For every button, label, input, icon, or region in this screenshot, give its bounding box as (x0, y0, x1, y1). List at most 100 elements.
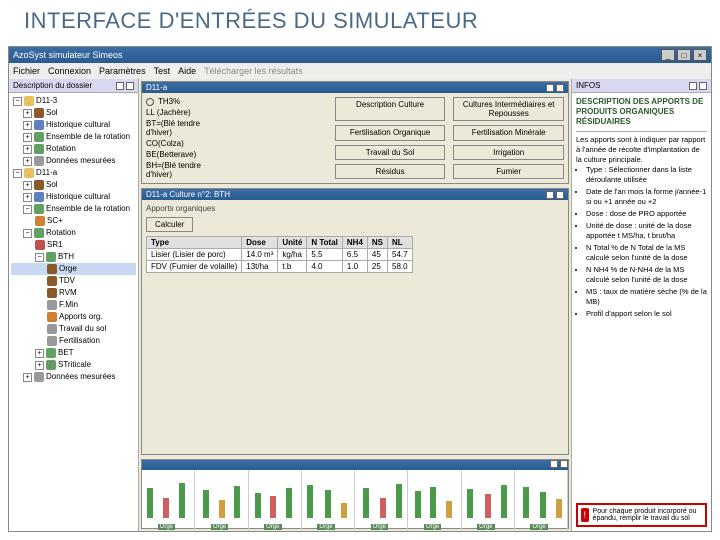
tree-fmin[interactable]: F.Min (11, 299, 136, 311)
subwin-pin-icon[interactable] (546, 191, 554, 199)
expand-icon[interactable]: − (35, 253, 44, 262)
timeline-body[interactable]: Orge Orge Orge Orge Orge Orge Orge Orge (142, 470, 568, 530)
tl-close-icon[interactable] (560, 460, 568, 468)
tree-ferti[interactable]: Fertilisation (11, 335, 136, 347)
menu-fichier[interactable]: Fichier (13, 66, 40, 76)
info-list: Type : Sélectionner dans la liste déroul… (576, 165, 707, 319)
th-nl: NL (388, 237, 413, 249)
info-bullet: N NH4 % de N-NH4 de la MS calculé selon … (586, 265, 707, 285)
crop-icon (35, 216, 45, 226)
info-bullet: Date de l'an mois la forme j/année-1 si … (586, 187, 707, 207)
info-pin-icon[interactable] (689, 82, 697, 90)
close-panel-icon[interactable] (126, 82, 134, 90)
table-row[interactable]: FDV (Fumier de volaille)13t/hat.b4.01.02… (147, 261, 413, 273)
tree-scplus[interactable]: SC+ (11, 215, 136, 227)
expand-icon[interactable]: + (35, 349, 44, 358)
pin-icon[interactable] (116, 82, 124, 90)
menu-aide[interactable]: Aide (178, 66, 196, 76)
minimize-button[interactable]: _ (661, 49, 675, 61)
expand-icon[interactable]: + (23, 121, 32, 130)
tree-rot2[interactable]: −Rotation (11, 227, 136, 239)
culture-window: D11-a Culture n°2: BTH Apports organique… (141, 188, 569, 455)
crop-icon (46, 252, 56, 262)
soil-icon (34, 108, 44, 118)
expand-icon[interactable]: − (13, 169, 22, 178)
warning-icon: ! (581, 508, 589, 522)
info-close-icon[interactable] (699, 82, 707, 90)
calculer-button[interactable]: Calculer (146, 217, 193, 232)
tree-ste[interactable]: +STriticale (11, 359, 136, 371)
history-icon (34, 120, 44, 130)
folder-icon (24, 168, 34, 178)
fert-org-button[interactable]: Fertilisation Organique (335, 125, 446, 140)
expand-icon[interactable]: + (23, 133, 32, 142)
expand-icon[interactable]: + (23, 181, 32, 190)
expand-icon[interactable]: + (35, 361, 44, 370)
irrig-button[interactable]: Irrigation (453, 145, 564, 160)
tl-pin-icon[interactable] (550, 460, 558, 468)
maximize-button[interactable]: □ (677, 49, 691, 61)
menu-parametres[interactable]: Paramètres (99, 66, 146, 76)
fert-min-button[interactable]: Fertilisation Minérale (453, 125, 564, 140)
crop-icon (35, 240, 45, 250)
tree-tdv[interactable]: TDV (11, 275, 136, 287)
tree-sr1[interactable]: SR1 (11, 239, 136, 251)
tree-sol2[interactable]: +Sol (11, 179, 136, 191)
warning-text: Pour chaque produit incorporé ou épandu,… (593, 508, 702, 522)
tree-d11-3[interactable]: −D11-3 (11, 95, 136, 107)
cult-inter-button[interactable]: Cultures Intermédiaires et Repousses (453, 97, 564, 121)
tree-rvm[interactable]: RVM (11, 287, 136, 299)
close-button[interactable]: × (693, 49, 707, 61)
subwin-close-icon[interactable] (556, 84, 564, 92)
tab-apports[interactable]: Apports organiques (146, 204, 564, 213)
expand-icon[interactable]: − (23, 229, 32, 238)
expand-icon[interactable]: + (23, 157, 32, 166)
apports-table: Type Dose Unité N Total NH4 NS NL Lisier… (146, 236, 413, 273)
tree-hist2[interactable]: +Historique cultural (11, 191, 136, 203)
item-icon (47, 324, 57, 334)
desc-culture-button[interactable]: Description Culture (335, 97, 446, 121)
radio-th3[interactable] (146, 98, 154, 106)
subwin-close-icon[interactable] (556, 191, 564, 199)
tree-ens[interactable]: +Ensemble de la rotation (11, 131, 136, 143)
travail-button[interactable]: Travail du Sol (335, 145, 446, 160)
tree-rot[interactable]: +Rotation (11, 143, 136, 155)
tree: −D11-3 +Sol +Historique cultural +Ensemb… (9, 93, 138, 531)
info-bullet: Type : Sélectionner dans la liste déroul… (586, 165, 707, 185)
tree-trv[interactable]: Travail du sol (11, 323, 136, 335)
menu-test[interactable]: Test (154, 66, 171, 76)
tree-hist[interactable]: +Historique cultural (11, 119, 136, 131)
fumier-button[interactable]: Fumier (453, 164, 564, 179)
button-grid: Description Culture Cultures Intermédiai… (335, 97, 564, 179)
expand-icon[interactable]: − (13, 97, 22, 106)
crop-co: CO(Colza) (146, 139, 209, 148)
subwin-pin-icon[interactable] (546, 84, 554, 92)
tree-ens2[interactable]: −Ensemble de la rotation (11, 203, 136, 215)
tree-orge[interactable]: Orge (11, 263, 136, 275)
expand-icon[interactable]: + (23, 373, 32, 382)
expand-icon[interactable]: + (23, 109, 32, 118)
info-intro: Les apports sont à indiquer par rapport … (576, 135, 707, 165)
sidebar: Description du dossier −D11-3 +Sol +Hist… (9, 79, 139, 531)
crop-icon (47, 264, 57, 274)
expand-icon[interactable]: + (23, 145, 32, 154)
th-ns: NS (367, 237, 387, 249)
menu-connexion[interactable]: Connexion (48, 66, 91, 76)
rotation-icon (34, 228, 44, 238)
tree-sol[interactable]: +Sol (11, 107, 136, 119)
table-row[interactable]: Lisier (Lisier de porc)14.0 m³kg/ha5.56.… (147, 249, 413, 261)
expand-icon[interactable]: + (23, 193, 32, 202)
tree-bth[interactable]: −BTH (11, 251, 136, 263)
app-window: AzoSyst simulateur Simeos _ □ × Fichier … (8, 46, 712, 532)
info-bullet: N Total % de N Total de la MS calculé se… (586, 243, 707, 263)
menu-telecharger[interactable]: Télécharger les résultats (204, 66, 303, 76)
tree-mes[interactable]: +Données mesurées (11, 155, 136, 167)
tree-d11-a[interactable]: −D11-a (11, 167, 136, 179)
tree-apo[interactable]: Apports org. (11, 311, 136, 323)
titlebar-text: AzoSyst simulateur Simeos (13, 50, 123, 60)
crop-ll: LL (Jachère) (146, 108, 209, 117)
tree-dmes[interactable]: +Données mesurées (11, 371, 136, 383)
tree-bet[interactable]: +BET (11, 347, 136, 359)
residus-button[interactable]: Résidus (335, 164, 446, 179)
expand-icon[interactable]: − (23, 205, 32, 214)
